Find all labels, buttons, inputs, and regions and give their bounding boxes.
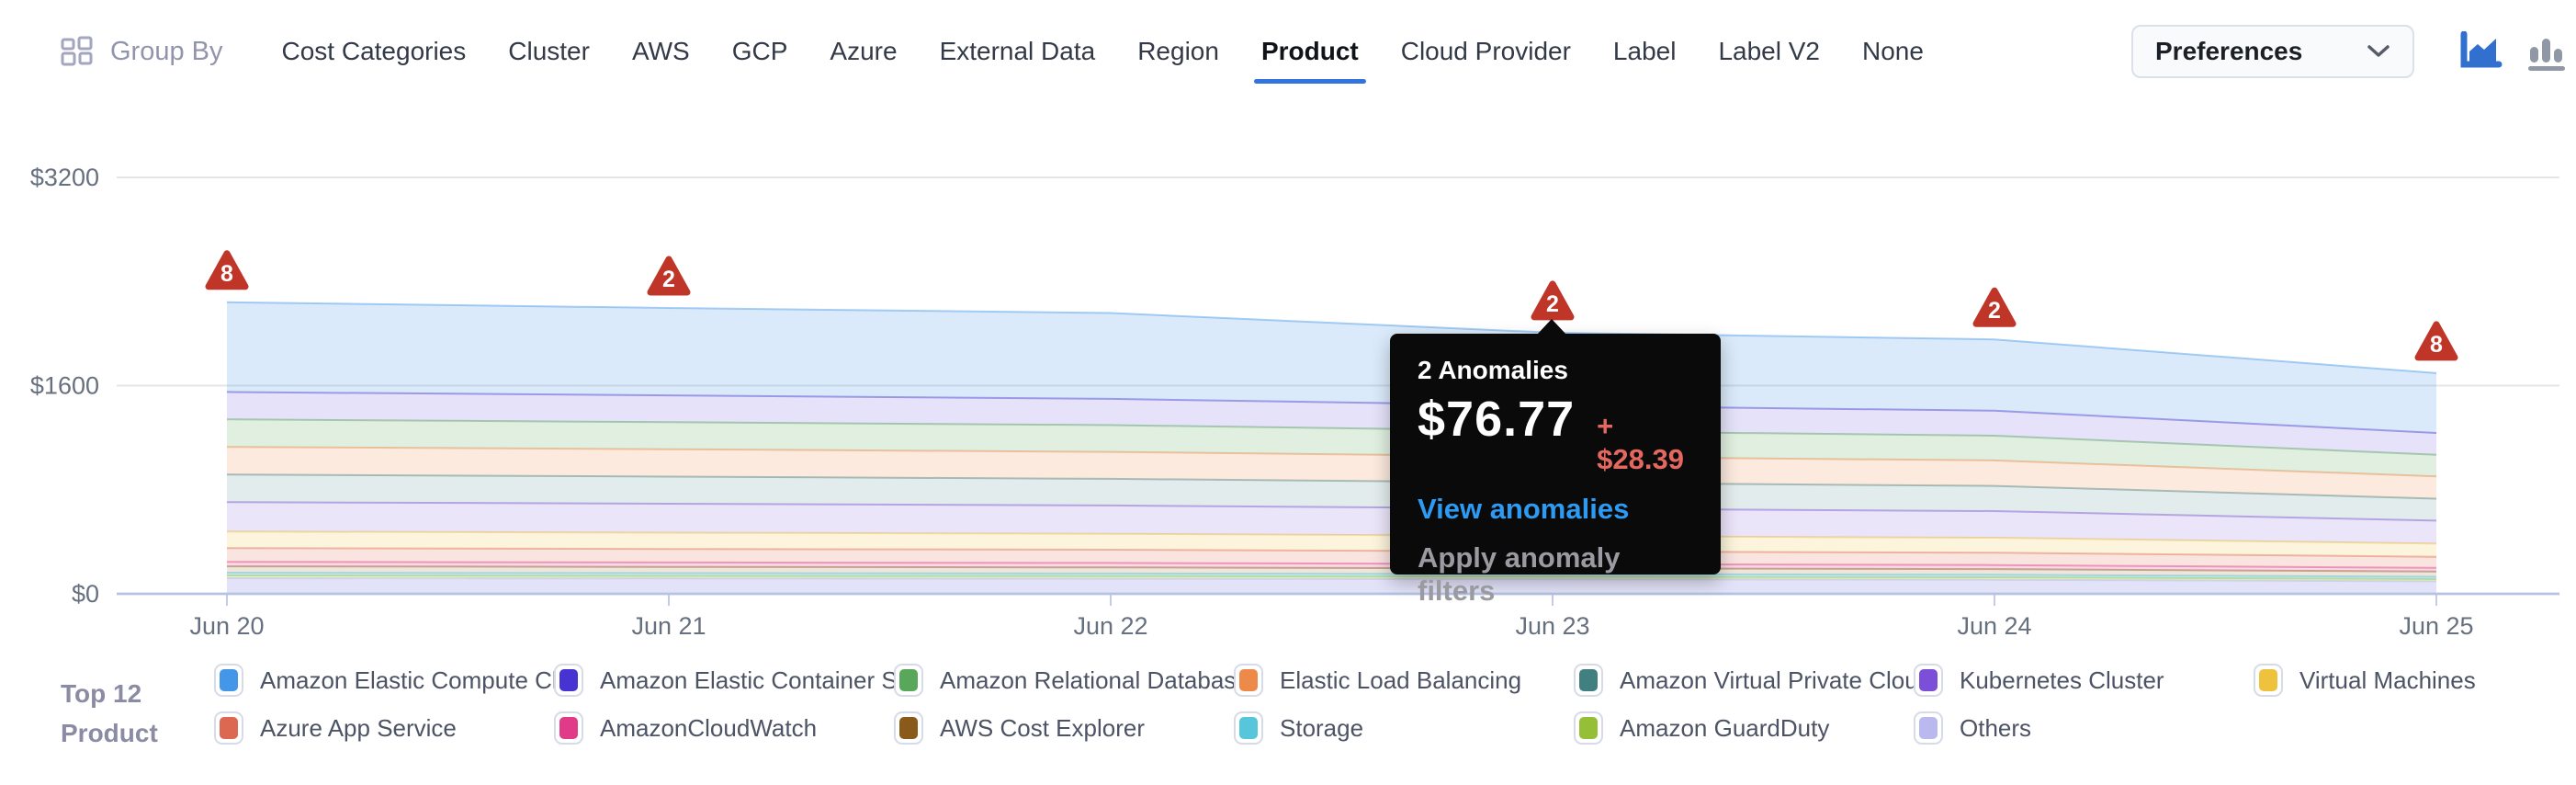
tab-external-data[interactable]: External Data: [940, 37, 1096, 66]
group-by-bar: Group By Cost Categories Cluster AWS GCP Azu…: [0, 0, 2576, 103]
legend-item-virtual-machines[interactable]: Virtual Machines: [2254, 664, 2576, 697]
legend-swatch: [1914, 664, 1943, 697]
legend-swatch: [1234, 664, 1263, 697]
preferences-dropdown[interactable]: Preferences: [2131, 25, 2414, 78]
legend-item-azure-app-service[interactable]: Azure App Service: [214, 711, 554, 745]
chevron-down-icon: [2367, 44, 2390, 59]
tooltip-value: $76.77: [1418, 391, 1575, 448]
legend-label: Amazon Elastic Container S...: [600, 666, 917, 695]
legend-swatch: [554, 664, 583, 697]
y-axis-label: $3200: [30, 164, 99, 191]
x-axis-label: Jun 22: [1073, 612, 1147, 640]
tooltip-value-row: $76.77 + $28.39: [1418, 391, 1693, 476]
tab-label-v2[interactable]: Label V2: [1718, 37, 1820, 66]
legend-item-amazon-elastic-container-s[interactable]: Amazon Elastic Container S...: [554, 664, 894, 697]
legend-swatch: [1574, 664, 1603, 697]
x-axis-label: Jun 23: [1515, 612, 1589, 640]
legend-item-amazon-relational-databas[interactable]: Amazon Relational Databas...: [894, 664, 1234, 697]
legend-label: Virtual Machines: [2299, 666, 2476, 695]
tab-region[interactable]: Region: [1137, 37, 1219, 66]
tab-cloud-provider[interactable]: Cloud Provider: [1401, 37, 1571, 66]
tooltip-title: 2 Anomalies: [1418, 356, 1693, 385]
tab-none[interactable]: None: [1862, 37, 1924, 66]
legend-label: Elastic Load Balancing: [1280, 666, 1521, 695]
legend-label: Amazon Elastic Compute Cl...: [260, 666, 577, 695]
legend-label: AmazonCloudWatch: [600, 714, 817, 743]
legend-swatch: [214, 664, 243, 697]
legend-swatch: [894, 664, 923, 697]
anomaly-count: 2: [662, 267, 675, 292]
legend-item-amazoncloudwatch[interactable]: AmazonCloudWatch: [554, 711, 894, 745]
tooltip-arrow: [1537, 319, 1566, 335]
x-axis-label: Jun 21: [631, 612, 706, 640]
tab-azure[interactable]: Azure: [830, 37, 897, 66]
legend-item-aws-cost-explorer[interactable]: AWS Cost Explorer: [894, 711, 1234, 745]
group-by-label: Group By: [110, 37, 223, 67]
anomaly-count: 8: [2430, 332, 2443, 358]
view-anomalies-link[interactable]: View anomalies: [1418, 493, 1693, 526]
legend-swatch: [214, 711, 243, 745]
legend-item-kubernetes-cluster[interactable]: Kubernetes Cluster: [1914, 664, 2254, 697]
tab-product[interactable]: Product: [1261, 37, 1359, 66]
tooltip-delta: + $28.39: [1597, 410, 1693, 476]
legend-title: Top 12 Product: [61, 674, 208, 754]
tab-cluster[interactable]: Cluster: [508, 37, 590, 66]
legend-item-amazon-virtual-private-cloud[interactable]: Amazon Virtual Private Cloud: [1574, 664, 1914, 697]
legend-label: Amazon Relational Databas...: [940, 666, 1256, 695]
anomaly-marker-jun-21[interactable]: 2: [650, 259, 687, 292]
legend-label: AWS Cost Explorer: [940, 714, 1145, 743]
anomaly-count: 8: [220, 261, 233, 287]
legend-item-amazon-guardduty[interactable]: Amazon GuardDuty: [1574, 711, 1914, 745]
legend-item-elastic-load-balancing[interactable]: Elastic Load Balancing: [1234, 664, 1574, 697]
y-axis-label: $1600: [30, 372, 99, 400]
legend-label: Others: [1960, 714, 2031, 743]
x-axis-label: Jun 24: [1957, 612, 2031, 640]
anomaly-count: 2: [1988, 298, 2001, 324]
legend-swatch: [1234, 711, 1263, 745]
x-axis-label: Jun 25: [2399, 612, 2473, 640]
anomaly-count: 2: [1546, 291, 1559, 317]
y-axis-label: $0: [72, 580, 99, 608]
anomaly-tooltip: 2 Anomalies $76.77 + $28.39 View anomali…: [1390, 334, 1721, 575]
legend-label: Storage: [1280, 714, 1363, 743]
chart-legend: Amazon Elastic Compute Cl...Amazon Elast…: [214, 656, 2576, 752]
legend-swatch: [554, 711, 583, 745]
group-by-grid-icon: [59, 33, 96, 70]
legend-swatch: [1574, 711, 1603, 745]
legend-item-others[interactable]: Others: [1914, 711, 2254, 745]
legend-item-storage[interactable]: Storage: [1234, 711, 1574, 745]
legend-swatch: [894, 711, 923, 745]
legend-label: Amazon Virtual Private Cloud: [1620, 666, 1931, 695]
anomaly-marker-jun-25[interactable]: 8: [2418, 324, 2455, 358]
legend-label: Kubernetes Cluster: [1960, 666, 2164, 695]
bar-chart-toggle[interactable]: [2526, 31, 2567, 72]
area-chart-icon: [2458, 31, 2503, 72]
legend-item-amazon-elastic-compute-cl[interactable]: Amazon Elastic Compute Cl...: [214, 664, 554, 697]
tab-gcp[interactable]: GCP: [732, 37, 788, 66]
anomaly-marker-jun-20[interactable]: 8: [209, 254, 245, 287]
tab-aws[interactable]: AWS: [632, 37, 690, 66]
bar-chart-icon: [2526, 31, 2567, 72]
legend-label: Amazon GuardDuty: [1620, 714, 1829, 743]
tab-label[interactable]: Label: [1613, 37, 1677, 66]
anomaly-marker-jun-24[interactable]: 2: [1976, 290, 2013, 324]
legend-swatch: [2254, 664, 2283, 697]
legend-label: Azure App Service: [260, 714, 457, 743]
apply-anomaly-filters-link[interactable]: Apply anomaly filters: [1418, 541, 1693, 608]
tab-cost-categories[interactable]: Cost Categories: [282, 37, 467, 66]
chart-type-switcher: [2458, 31, 2567, 72]
legend-swatch: [1914, 711, 1943, 745]
group-by-tabs: Cost Categories Cluster AWS GCP Azure Externa…: [282, 37, 1924, 66]
group-by: Group By: [59, 33, 223, 70]
preferences-label: Preferences: [2155, 37, 2302, 66]
area-chart-toggle[interactable]: [2458, 31, 2503, 72]
cost-dashboard: Group By Cost Categories Cluster AWS GCP Azu…: [0, 0, 2576, 785]
x-axis-label: Jun 20: [189, 612, 264, 640]
anomaly-marker-jun-23[interactable]: 2: [1534, 284, 1571, 317]
